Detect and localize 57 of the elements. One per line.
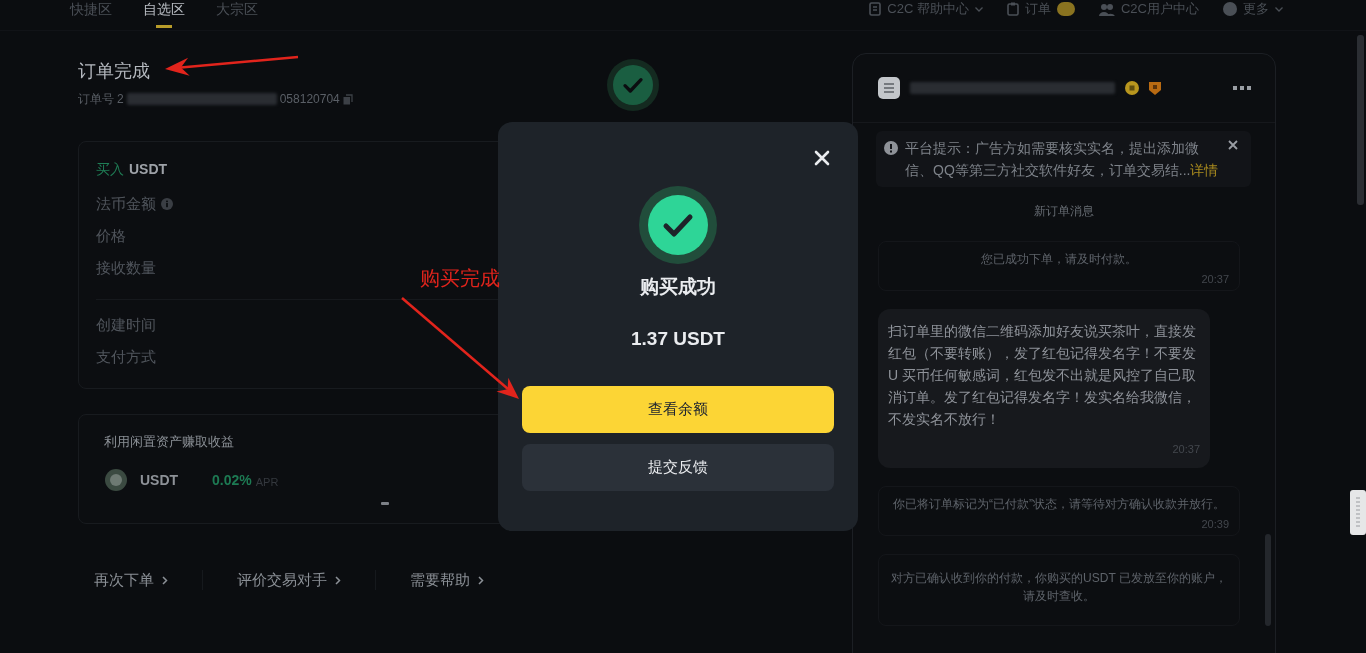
- detail-label: 法币金额: [96, 194, 156, 214]
- detail-label: 价格: [96, 226, 126, 246]
- success-check-icon: [607, 59, 659, 111]
- view-balance-button[interactable]: 查看余额: [522, 386, 834, 433]
- system-message-text: 对方已确认收到你的付款，你购买的USDT 已发放至你的账户，请及时查收。: [890, 570, 1228, 605]
- order-number-label: 订单号: [78, 91, 114, 107]
- detail-label: 支付方式: [96, 347, 156, 367]
- trade-asset-label: USDT: [129, 160, 168, 179]
- chevron-right-icon: [478, 575, 484, 585]
- earn-asset: USDT: [140, 472, 180, 488]
- trade-side-label: 买入: [96, 160, 124, 179]
- clipboard-icon: [1007, 2, 1019, 16]
- order-status-title: 订单完成: [78, 60, 150, 83]
- feedback-button[interactable]: 提交反馈: [522, 444, 834, 491]
- caret-icon: [975, 6, 983, 12]
- annotation-label: 购买完成: [420, 266, 500, 291]
- notice-text: 平台提示：广告方如需要核实实名，提出添加微信、QQ等第三方社交软件好友，订单交易结...详情: [905, 139, 1220, 180]
- system-message-text: 您已成功下单，请及时付款。: [980, 251, 1138, 268]
- chat-message-text: 扫订单里的微信二维码添加好友说买茶叶，直接发红包（不要转账），发了红包记得发名字！不要发U 买币任何敏感词，红包发不出就是风控了自己取消订单。发了红包记得发名字！发实名给我微信，不发实名不放行！: [888, 322, 1197, 429]
- action-link[interactable]: 评价交易对手: [237, 570, 341, 590]
- caret-icon: [1275, 6, 1283, 12]
- coin-icon: [104, 468, 128, 492]
- side-tab-icon[interactable]: [1350, 490, 1366, 535]
- shield-badge-icon: [1149, 81, 1161, 95]
- earn-title: 利用闲置资产赚取收益: [104, 433, 234, 451]
- nav-tab[interactable]: 自选区: [135, 0, 193, 29]
- earn-rate: 0.02%: [212, 472, 252, 488]
- order-number-end: 058120704: [279, 91, 340, 107]
- copy-icon[interactable]: [342, 93, 353, 105]
- new-order-divider-label: 新订单消息: [1034, 203, 1094, 219]
- pager-indicator-icon: [381, 502, 389, 505]
- more-icon: [1233, 86, 1251, 90]
- document-icon: [869, 2, 882, 16]
- success-check-icon: [639, 186, 717, 264]
- purchase-amount: 1.37 USDT: [631, 327, 725, 351]
- coin-badge-icon: [1125, 81, 1139, 95]
- merchant-avatar-icon: [878, 77, 900, 99]
- system-message-text: 你已将订单标记为“已付款”状态，请等待对方确认收款并放行。: [892, 496, 1226, 513]
- close-button[interactable]: [814, 150, 830, 166]
- chevron-right-icon: [335, 575, 341, 585]
- users-icon: [1099, 2, 1115, 16]
- detail-label: 接收数量: [96, 258, 156, 278]
- chevron-right-icon: [162, 575, 168, 585]
- close-icon: [814, 150, 830, 166]
- action-link[interactable]: 需要帮助: [410, 570, 484, 590]
- dialog-title: 购买成功: [640, 275, 716, 299]
- alert-icon: [884, 141, 898, 155]
- message-time: 20:39: [1201, 517, 1229, 531]
- message-time: 20:37: [1201, 272, 1229, 286]
- scrollbar-thumb[interactable]: [1265, 534, 1271, 626]
- close-icon: [1228, 140, 1238, 150]
- order-number-start: 2: [117, 91, 124, 107]
- details-link[interactable]: 详情: [1190, 162, 1219, 178]
- action-link[interactable]: 再次下单: [94, 570, 168, 590]
- user-avatar-icon: [1223, 2, 1237, 16]
- scrollbar-thumb[interactable]: [1357, 35, 1364, 205]
- detail-label: 创建时间: [96, 315, 156, 335]
